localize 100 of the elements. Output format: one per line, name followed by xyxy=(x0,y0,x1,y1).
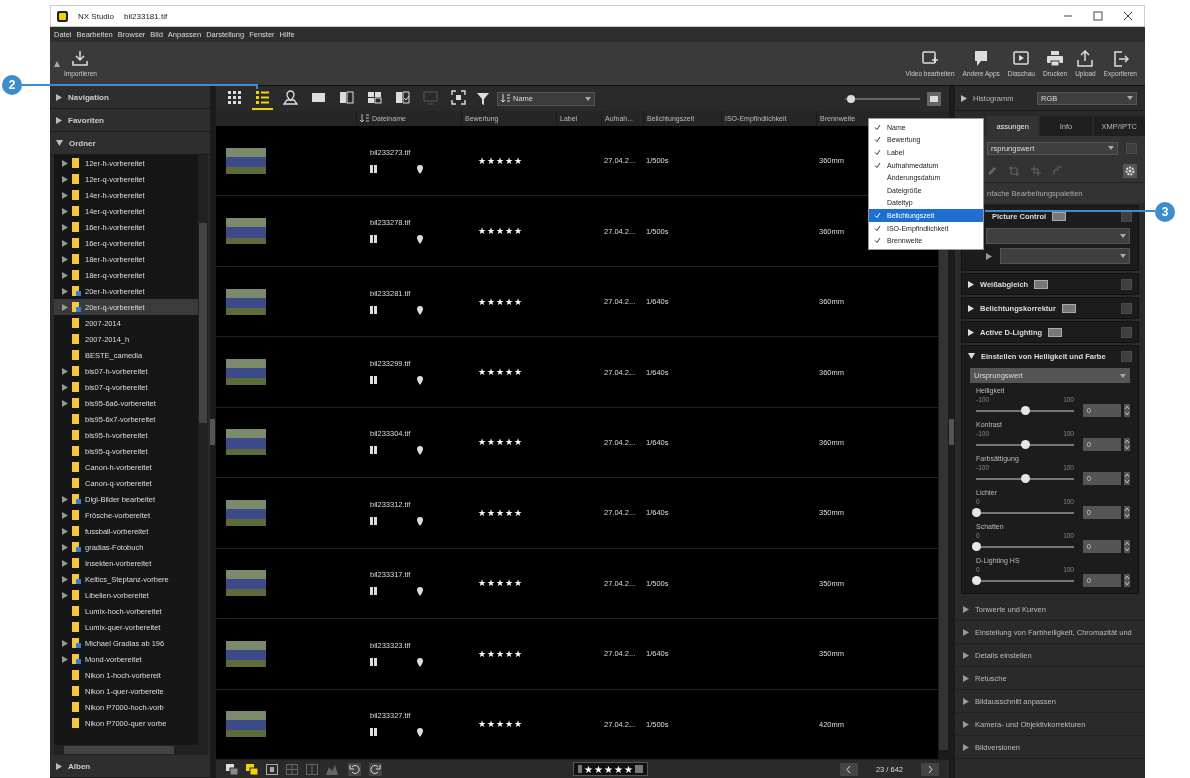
expand-arrow-icon[interactable] xyxy=(963,720,969,728)
panel-header[interactable]: Navigation xyxy=(50,86,210,109)
sort-icon xyxy=(501,94,510,103)
photo-placeholder[interactable] xyxy=(226,640,266,667)
callout-marker: 3 xyxy=(1155,202,1175,222)
location-pin-icon xyxy=(417,587,423,597)
spinner-icon[interactable] xyxy=(1124,438,1130,451)
rotate-left-icon[interactable] xyxy=(348,762,361,776)
slider-track[interactable] xyxy=(976,477,1074,480)
panel-header[interactable]: Alben xyxy=(50,755,210,778)
frame-icon xyxy=(370,376,377,385)
caret-icon xyxy=(1108,146,1114,150)
spinner-icon[interactable] xyxy=(1124,506,1130,519)
star-rating[interactable]: ★★★★★ xyxy=(461,155,556,166)
collapse-arrow-icon[interactable] xyxy=(56,140,63,146)
star-rating[interactable]: ★★★★★ xyxy=(461,648,556,659)
previous-button[interactable] xyxy=(839,762,858,776)
expand-arrow-icon[interactable] xyxy=(963,674,969,682)
panel-header[interactable]: Ordner xyxy=(50,132,210,155)
star-rating[interactable]: ★★★★★ xyxy=(461,437,556,448)
spinner-icon[interactable] xyxy=(1124,404,1130,417)
settings-icon xyxy=(1125,166,1135,176)
photo-placeholder[interactable] xyxy=(226,288,266,315)
checkbox[interactable] xyxy=(1121,326,1132,338)
slider-thumb[interactable] xyxy=(1021,439,1030,449)
grid-icon[interactable] xyxy=(286,763,298,775)
slider-thumb[interactable] xyxy=(972,541,981,551)
expand-arrow-icon[interactable] xyxy=(968,304,974,312)
checkbox[interactable] xyxy=(1121,210,1132,222)
split-icon xyxy=(338,89,355,106)
slider-thumb[interactable] xyxy=(847,94,855,103)
slider-thumb[interactable] xyxy=(972,575,981,585)
map-icon xyxy=(282,89,299,106)
expand-arrow-icon[interactable] xyxy=(963,651,969,659)
checkbox[interactable] xyxy=(1121,278,1132,290)
thumbnail-size-icon[interactable] xyxy=(927,91,941,106)
photo-placeholder[interactable] xyxy=(226,499,266,526)
compare-icon[interactable] xyxy=(306,763,318,775)
frame-icon xyxy=(370,657,377,666)
expand-arrow-icon[interactable] xyxy=(56,93,62,101)
spinner-icon[interactable] xyxy=(1124,472,1130,485)
scrollbar[interactable] xyxy=(198,155,208,745)
next-button[interactable] xyxy=(921,762,939,776)
photo-placeholder[interactable] xyxy=(226,218,266,245)
spinner-icon[interactable] xyxy=(1124,574,1130,587)
slider-track[interactable] xyxy=(976,409,1074,412)
photo-placeholder[interactable] xyxy=(226,570,266,597)
expand-arrow-icon[interactable] xyxy=(56,116,62,124)
caret-icon xyxy=(1120,373,1126,378)
slider-thumb[interactable] xyxy=(1021,473,1030,483)
download-icon xyxy=(71,50,90,67)
photo-placeholder[interactable] xyxy=(226,359,266,386)
photo-placeholder[interactable] xyxy=(226,147,266,174)
expand-arrow-icon[interactable] xyxy=(963,697,969,705)
rotate-right-icon[interactable] xyxy=(369,762,382,776)
star-rating[interactable]: ★★★★★ xyxy=(461,226,556,237)
star-rating[interactable]: ★★★★★ xyxy=(461,719,556,730)
scrollbar[interactable] xyxy=(54,745,208,755)
expand-arrow-icon[interactable] xyxy=(56,762,62,770)
expand-arrow-icon[interactable] xyxy=(963,605,969,613)
expand-arrow-icon[interactable] xyxy=(963,628,969,636)
panel-header[interactable]: Favoriten xyxy=(50,109,210,132)
collapse-arrow-icon[interactable] xyxy=(968,353,975,359)
photo-placeholder[interactable] xyxy=(226,711,266,738)
panel-toggle-handle[interactable] xyxy=(210,419,215,445)
shared-folder-icon xyxy=(72,302,81,312)
slider-thumb[interactable] xyxy=(972,507,981,517)
expand-arrow-icon[interactable] xyxy=(968,280,974,288)
location-pin-icon xyxy=(417,446,423,456)
shared-folder-icon xyxy=(72,542,81,552)
stack-icon[interactable] xyxy=(226,763,238,775)
slider-thumb[interactable] xyxy=(1021,405,1030,415)
label-stack-icon[interactable] xyxy=(246,763,258,775)
star-rating[interactable]: ★★★★★ xyxy=(461,507,556,518)
location-pin-icon xyxy=(417,305,423,315)
frame-select-icon[interactable] xyxy=(266,763,278,775)
histogram-icon[interactable] xyxy=(326,763,340,775)
expand-arrow-icon[interactable] xyxy=(968,328,974,336)
star-rating[interactable]: ★★★★★ xyxy=(461,367,556,378)
rating-icon xyxy=(578,765,583,773)
location-pin-icon xyxy=(417,376,423,386)
shared-folder-icon xyxy=(72,494,81,504)
zoom-slider[interactable] xyxy=(845,97,920,100)
checkbox[interactable] xyxy=(1121,350,1132,362)
expand-arrow-icon[interactable] xyxy=(986,252,992,260)
shared-folder-icon xyxy=(72,654,81,664)
checkbox[interactable] xyxy=(1121,302,1132,314)
expand-arrow-icon[interactable] xyxy=(963,743,969,751)
filter-icon[interactable] xyxy=(476,91,490,106)
settings-button[interactable] xyxy=(1123,164,1137,178)
expand-arrow-icon[interactable] xyxy=(961,94,967,102)
spinner-icon[interactable] xyxy=(1124,540,1130,553)
chevron-right-icon xyxy=(927,765,933,773)
slider-track[interactable] xyxy=(976,443,1074,446)
panel-title: Ordner xyxy=(69,138,96,148)
app-logo-icon xyxy=(57,10,68,22)
star-rating[interactable]: ★★★★★ xyxy=(461,578,556,589)
panel-toggle-handle[interactable] xyxy=(949,419,954,445)
photo-placeholder[interactable] xyxy=(226,429,266,456)
star-rating[interactable]: ★★★★★ xyxy=(461,296,556,307)
